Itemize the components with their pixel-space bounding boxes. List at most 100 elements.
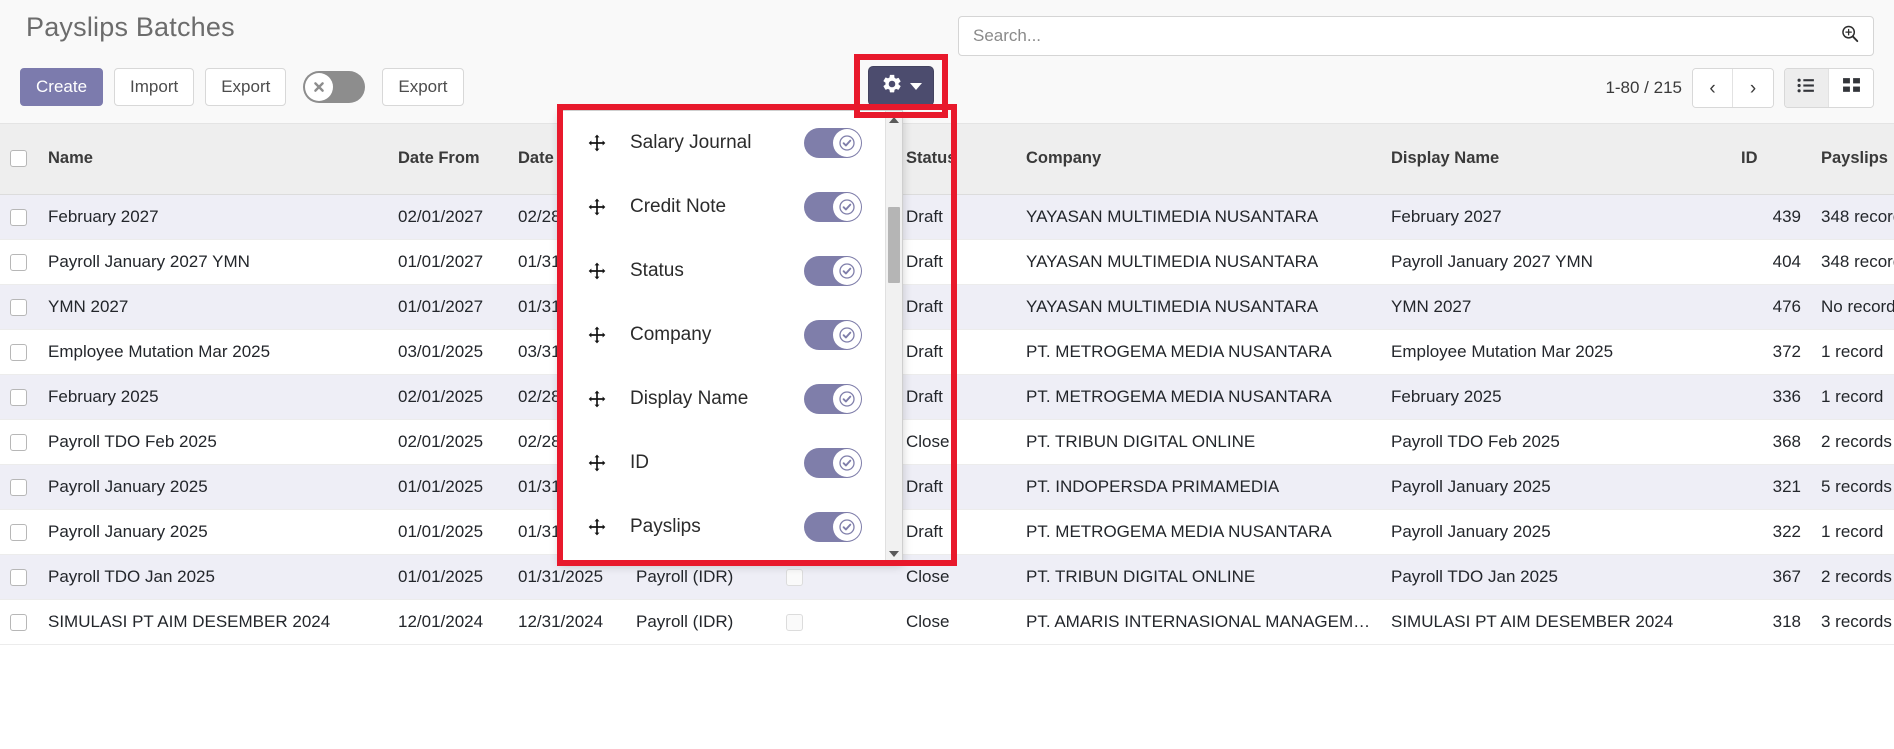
optional-column-item[interactable]: Status [560, 239, 902, 303]
pager-next-button[interactable]: › [1733, 69, 1773, 107]
row-checkbox[interactable] [10, 388, 27, 406]
cell-payslips: 5 records [1811, 464, 1894, 510]
pager-prev-button[interactable]: ‹ [1693, 69, 1733, 107]
scrollbar-up-arrow[interactable] [886, 111, 902, 128]
credit-note-checkbox[interactable] [786, 613, 803, 631]
row-select-cell[interactable] [0, 329, 38, 375]
cell-payslips: 1 record [1811, 329, 1894, 375]
optional-column-label: Salary Journal [630, 132, 752, 153]
scrollbar-thumb[interactable] [888, 207, 900, 283]
enable-toggle[interactable] [303, 71, 366, 103]
check-circle-icon [833, 449, 861, 477]
cell-date-from: 01/01/2027 [388, 239, 508, 285]
list-view-button[interactable] [1785, 69, 1829, 107]
cell-id: 321 [1731, 464, 1811, 510]
row-select-cell[interactable] [0, 419, 38, 465]
table-row[interactable]: Payroll January 2027 YMN01/01/202701/31/… [0, 239, 1894, 285]
row-select-cell[interactable] [0, 554, 38, 600]
row-checkbox[interactable] [10, 253, 27, 271]
export-secondary-button[interactable]: Export [382, 68, 464, 106]
drag-handle-icon[interactable] [586, 326, 608, 344]
scrollbar-down-arrow[interactable] [886, 545, 902, 562]
select-all-checkbox[interactable] [10, 150, 27, 168]
row-checkbox[interactable] [10, 433, 27, 451]
optional-column-item[interactable]: Display Name [560, 367, 902, 431]
cell-company: PT. METROGEMA MEDIA NUSANTARA [1016, 329, 1381, 375]
import-button[interactable]: Import [114, 68, 195, 106]
table-row[interactable]: Payroll January 202501/01/202501/31/2025… [0, 464, 1894, 510]
column-header-id[interactable]: ID [1731, 124, 1811, 195]
optional-column-toggle[interactable] [804, 448, 862, 478]
table-row[interactable]: Payroll January 202501/01/202501/31/2025… [0, 509, 1894, 555]
optional-column-label: Credit Note [630, 196, 727, 217]
table-row[interactable]: Employee Mutation Mar 202503/01/202503/3… [0, 329, 1894, 375]
cell-name: Payroll TDO Jan 2025 [38, 554, 388, 600]
column-header-payslips[interactable]: Payslips [1811, 124, 1894, 195]
column-header-company[interactable]: Company [1016, 124, 1381, 195]
optional-column-toggle[interactable] [804, 512, 862, 542]
check-circle-icon [833, 385, 861, 413]
table-row[interactable]: February 202702/01/202702/28/2027Payroll… [0, 194, 1894, 240]
row-select-cell[interactable] [0, 374, 38, 420]
optional-column-toggle[interactable] [804, 384, 862, 414]
optional-column-item[interactable]: Payslips [560, 495, 902, 559]
row-checkbox[interactable] [10, 343, 27, 361]
drag-handle-icon[interactable] [586, 518, 608, 536]
row-checkbox[interactable] [10, 208, 27, 226]
row-select-cell[interactable] [0, 509, 38, 555]
row-checkbox[interactable] [10, 478, 27, 496]
row-select-cell[interactable] [0, 599, 38, 645]
table-row[interactable]: Payroll TDO Jan 2025 01/01/2025 01/31/2025… [0, 554, 1894, 600]
optional-column-item[interactable]: ID [560, 431, 902, 495]
table-row[interactable]: February 202502/01/202502/28/2025Payroll… [0, 374, 1894, 420]
check-circle-icon [833, 513, 861, 541]
create-button[interactable]: Create [20, 68, 104, 106]
drag-handle-icon[interactable] [586, 134, 608, 152]
row-checkbox[interactable] [10, 568, 27, 586]
row-select-cell[interactable] [0, 284, 38, 330]
drag-handle-icon[interactable] [586, 454, 608, 472]
optional-column-item[interactable]: Credit Note [560, 175, 902, 239]
cell-display-name: Employee Mutation Mar 2025 [1381, 329, 1731, 375]
cell-id: 318 [1731, 599, 1811, 645]
optional-columns-dropdown[interactable]: Salary Journal Credit Note Status Company Di… [559, 110, 903, 563]
kanban-view-button[interactable] [1829, 69, 1873, 107]
optional-column-toggle[interactable] [804, 128, 862, 158]
optional-column-item[interactable]: Salary Journal [560, 111, 902, 175]
column-header-display-name[interactable]: Display Name [1381, 124, 1731, 195]
search-plus-icon[interactable] [1839, 23, 1861, 50]
cell-payslips: 2 records [1811, 419, 1894, 465]
drag-handle-icon[interactable] [586, 390, 608, 408]
table-row[interactable]: SIMULASI PT AIM DESEMBER 2024 12/01/2024 1… [0, 599, 1894, 645]
optional-column-item[interactable]: Company [560, 303, 902, 367]
search-input[interactable] [971, 25, 1839, 47]
check-circle-icon [833, 257, 861, 285]
optional-column-toggle[interactable] [804, 320, 862, 350]
column-header-date-from[interactable]: Date From [388, 124, 508, 195]
row-select-cell[interactable] [0, 239, 38, 285]
table-head: Name Date From Date To Structure Credit … [0, 124, 1894, 195]
cell-company: PT. METROGEMA MEDIA NUSANTARA [1016, 509, 1381, 555]
row-checkbox[interactable] [10, 523, 27, 541]
optional-column-toggle[interactable] [804, 256, 862, 286]
row-select-cell[interactable] [0, 464, 38, 510]
row-checkbox[interactable] [10, 298, 27, 316]
column-header-name[interactable]: Name [38, 124, 388, 195]
export-button[interactable]: Export [205, 68, 287, 106]
cell-name: SIMULASI PT AIM DESEMBER 2024 [38, 599, 388, 645]
cell-payslips: 1 record [1811, 374, 1894, 420]
drag-handle-icon[interactable] [586, 262, 608, 280]
credit-note-checkbox[interactable] [786, 568, 803, 586]
table-row[interactable]: YMN 202701/01/202701/31/2027Payroll (IDR… [0, 284, 1894, 330]
table-row[interactable]: Payroll TDO Feb 202502/01/202502/28/2025… [0, 419, 1894, 465]
dropdown-scrollbar[interactable] [885, 111, 902, 562]
row-select-cell[interactable] [0, 194, 38, 240]
optional-column-toggle[interactable] [804, 192, 862, 222]
table-header-row: Name Date From Date To Structure Credit … [0, 124, 1894, 195]
column-header-status[interactable]: Status [896, 124, 1016, 195]
drag-handle-icon[interactable] [586, 198, 608, 216]
search-bar[interactable] [958, 16, 1874, 56]
optional-columns-gear-button[interactable] [868, 66, 934, 106]
row-checkbox[interactable] [10, 613, 27, 631]
cell-credit-note[interactable] [776, 599, 896, 645]
